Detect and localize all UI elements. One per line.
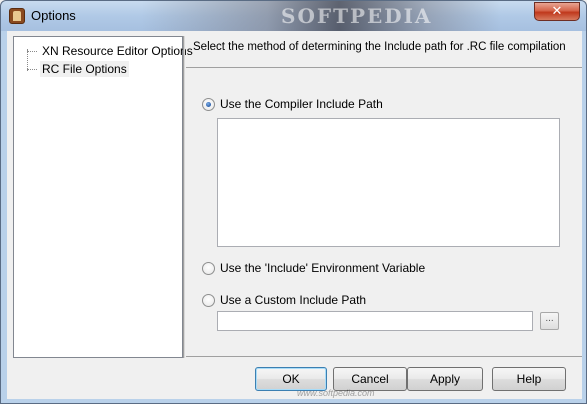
footer-watermark: www.softpedia.com [297,388,375,398]
help-button[interactable]: Help [492,367,566,391]
tree-connector [27,51,37,52]
tree-item-xn-resource-editor-options[interactable]: XN Resource Editor Options [40,43,195,59]
window-title: Options [31,8,76,23]
app-icon[interactable] [9,8,25,24]
panel-description: Select the method of determining the Inc… [193,41,566,53]
radio-button[interactable] [202,293,215,307]
radio-label: Use a Custom Include Path [220,293,367,307]
panel-splitter[interactable] [183,36,185,358]
tree-item-rc-file-options[interactable]: RC File Options [40,61,129,77]
title-bar[interactable]: SOFTPEDIA Options ✕ [1,1,586,31]
compiler-include-path-option[interactable]: Use the Compiler Include Path [202,97,383,111]
browse-button[interactable]: ... [540,312,559,330]
close-button[interactable]: ✕ [534,2,580,21]
custom-include-path-input[interactable] [217,311,533,331]
include-path-list[interactable] [217,118,560,247]
radio-button[interactable] [202,261,215,275]
radio-button[interactable] [202,97,215,111]
apply-button[interactable]: Apply [407,367,483,391]
radio-label: Use the Compiler Include Path [220,97,383,111]
custom-include-path-option[interactable]: Use a Custom Include Path [202,293,366,307]
tree-connector [27,49,33,71]
options-tree[interactable]: XN Resource Editor Options RC File Optio… [13,36,193,358]
options-window: SOFTPEDIA Options ✕ XN Resource Editor O… [0,0,587,404]
include-env-variable-option[interactable]: Use the 'Include' Environment Variable [202,261,425,275]
radio-label: Use the 'Include' Environment Variable [220,261,426,275]
dialog-client-area: XN Resource Editor Options RC File Optio… [7,31,582,399]
title-watermark: SOFTPEDIA [281,4,433,28]
tree-connector [27,69,37,70]
